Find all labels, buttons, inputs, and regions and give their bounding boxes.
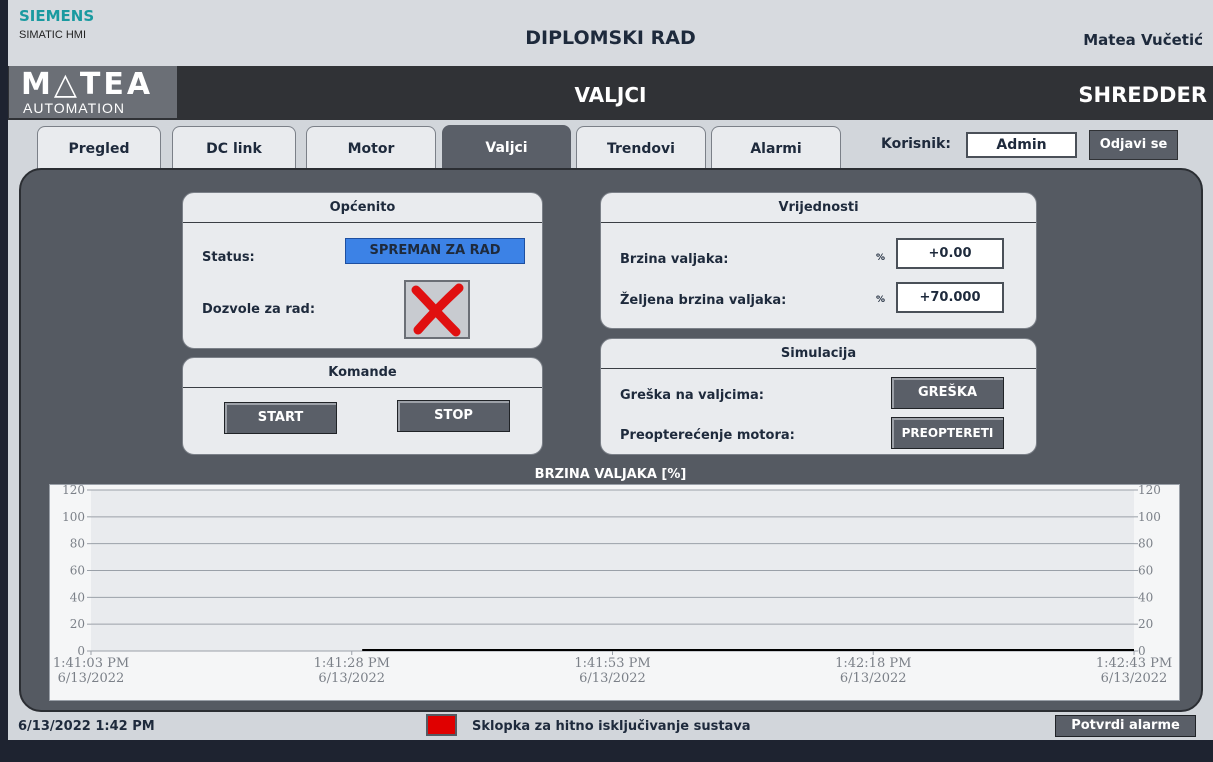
x-tick-time: 1:42:43 PM [1096, 656, 1172, 671]
x-tick-date: 6/13/2022 [579, 671, 646, 686]
values-title: Vrijednosti [601, 193, 1036, 223]
y-tick-label: 100 [62, 510, 85, 524]
y-tick-label: 40 [70, 590, 85, 604]
author-name: Matea Vučetić [1083, 31, 1203, 49]
tab-trendovi[interactable]: Trendovi [576, 126, 706, 170]
speed-label: Brzina valjaka: [620, 252, 729, 267]
start-button[interactable]: START [224, 402, 337, 434]
y-tick-label-right: 80 [1138, 537, 1153, 551]
top-header: SIEMENS SIMATIC HMI DIPLOMSKI RAD Matea … [8, 0, 1213, 66]
y-tick-label: 120 [62, 485, 85, 497]
x-tick-time: 1:42:18 PM [835, 656, 911, 671]
x-tick-date: 6/13/2022 [1101, 671, 1168, 686]
siemens-logo: SIEMENS [19, 7, 95, 25]
hmi-window: SIEMENS SIMATIC HMI DIPLOMSKI RAD Matea … [8, 0, 1213, 740]
simulation-title: Simulacija [601, 339, 1036, 369]
x-tick-time: 1:41:53 PM [574, 656, 650, 671]
y-tick-label-right: 60 [1138, 564, 1153, 578]
alarm-message: Sklopka za hitno isključivanje sustava [472, 719, 751, 734]
speed-trend-chart: 0 0 20 20 40 40 60 60 80 80 100 100 120 120 1:41:03 PM… [49, 483, 1180, 701]
overload-label: Preopterećenje motora: [620, 428, 795, 443]
y-tick-label: 20 [70, 617, 85, 631]
chart-title: BRZINA VALJAKA [%] [534, 467, 687, 482]
permits-label: Dozvole za rad: [202, 302, 316, 317]
speed-unit: % [876, 253, 886, 263]
commands-title: Komande [183, 358, 542, 388]
acknowledge-alarms-button[interactable]: Potvrdi alarme [1055, 715, 1196, 737]
red-x-icon [411, 283, 464, 337]
fault-button[interactable]: GREŠKA [891, 377, 1004, 409]
x-tick-date: 6/13/2022 [58, 671, 125, 686]
overload-button[interactable]: PREOPTERETI [891, 417, 1004, 449]
commands-box: Komande START STOP [182, 357, 543, 455]
x-tick-time: 1:41:28 PM [314, 656, 390, 671]
status-badge: SPREMAN ZA RAD [345, 238, 525, 264]
setpoint-label: Željena brzina valjaka: [620, 293, 787, 308]
user-field[interactable]: Admin [966, 132, 1077, 158]
status-label: Status: [202, 250, 255, 265]
fault-label: Greška na valjcima: [620, 388, 764, 403]
y-tick-label-right: 20 [1138, 617, 1153, 631]
trend-svg: 0 020 2040 4060 6080 80100 100120 1201:41:03 PM… [53, 483, 1172, 686]
x-tick-time: 1:41:03 PM [53, 656, 129, 671]
y-tick-label: 60 [70, 564, 85, 578]
simulation-box: Simulacija Greška na valjcima: GREŠKA Pr… [600, 338, 1037, 455]
footer-datetime: 6/13/2022 1:42 PM [18, 719, 155, 734]
y-tick-label: 80 [70, 537, 85, 551]
emergency-stop-indicator [426, 714, 457, 736]
stop-button[interactable]: STOP [397, 400, 510, 432]
tab-pregled[interactable]: Pregled [37, 126, 161, 170]
general-box: Općenito Status: SPREMAN ZA RAD Dozvole … [182, 192, 543, 349]
screen-title: VALJCI [574, 83, 647, 107]
y-tick-label-right: 120 [1138, 485, 1161, 497]
y-tick-label-right: 40 [1138, 590, 1153, 604]
permits-indicator [404, 280, 470, 339]
machine-name: SHREDDER [1078, 83, 1207, 107]
project-title: DIPLOMSKI RAD [525, 27, 696, 49]
tab-motor[interactable]: Motor [306, 126, 436, 170]
tab-valjci[interactable]: Valjci [442, 125, 571, 171]
speed-value: +0.00 [896, 238, 1004, 269]
logout-button[interactable]: Odjavi se [1089, 130, 1178, 160]
setpoint-input[interactable]: +70.000 [896, 282, 1004, 313]
setpoint-unit: % [876, 295, 886, 305]
values-box: Vrijednosti Brzina valjaka: % +0.00 Želj… [600, 192, 1037, 329]
user-label: Korisnik: [881, 136, 951, 152]
general-title: Općenito [183, 193, 542, 223]
tab-alarmi[interactable]: Alarmi [711, 126, 841, 170]
x-tick-date: 6/13/2022 [840, 671, 907, 686]
screen-header: M△TEA AUTOMATION VALJCI SHREDDER [8, 66, 1213, 120]
tab-dc-link[interactable]: DC link [172, 126, 296, 170]
x-tick-date: 6/13/2022 [318, 671, 385, 686]
y-tick-label-right: 100 [1138, 510, 1161, 524]
